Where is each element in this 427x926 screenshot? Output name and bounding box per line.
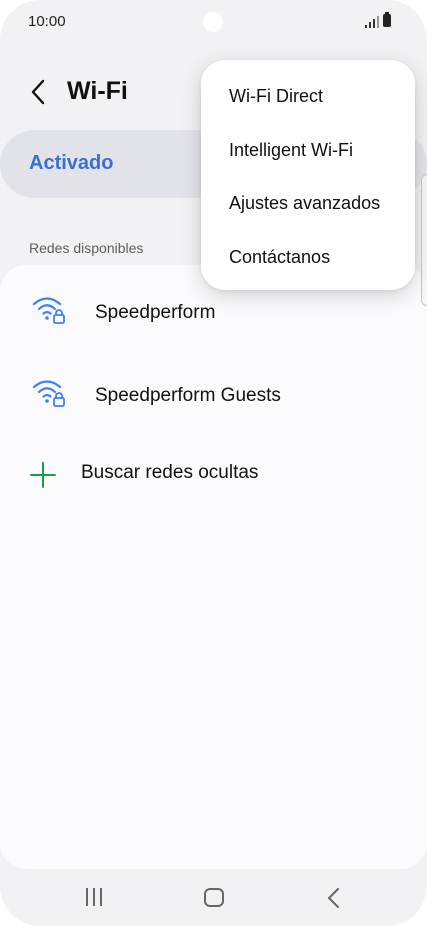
phone-screen: 10:00 Wi-Fi Activado Redes disponibles S… [0,0,427,926]
back-icon[interactable] [324,887,344,909]
status-icons [365,12,401,29]
menu-item-intelligent-wifi[interactable]: Intelligent Wi-Fi [201,123,415,177]
status-bar: 10:00 [0,0,427,44]
page-title: Wi-Fi [67,77,128,105]
battery-icon [383,12,391,27]
wifi-locked-icon [32,380,65,407]
home-icon[interactable] [204,888,224,907]
network-list: Speedperform Speedperform Guests Buscar … [0,265,427,869]
back-button[interactable] [20,72,56,112]
camera-cutout [203,12,223,32]
network-item-speedperform-guests[interactable]: Speedperform Guests [0,355,427,427]
navigation-bar [0,870,427,926]
menu-item-contact-us[interactable]: Contáctanos [201,230,415,284]
wifi-toggle-label: Activado [29,152,114,174]
status-time: 10:00 [28,13,66,30]
network-name: Speedperform [95,302,216,323]
wifi-locked-icon [32,297,65,324]
add-hidden-network-label: Buscar redes ocultas [81,462,259,483]
menu-item-wifi-direct[interactable]: Wi-Fi Direct [201,69,415,123]
add-hidden-network-button[interactable]: Buscar redes ocultas [0,438,427,510]
plus-icon [30,462,56,488]
available-networks-label: Redes disponibles [29,240,144,256]
overflow-menu: Wi-Fi Direct Intelligent Wi-Fi Ajustes a… [201,60,415,290]
network-name: Speedperform Guests [95,385,281,406]
edge-panel-handle[interactable] [421,174,427,306]
signal-icon [365,16,379,28]
chevron-left-icon [31,79,45,105]
menu-item-advanced-settings[interactable]: Ajustes avanzados [201,176,415,230]
recents-icon[interactable] [84,888,104,908]
